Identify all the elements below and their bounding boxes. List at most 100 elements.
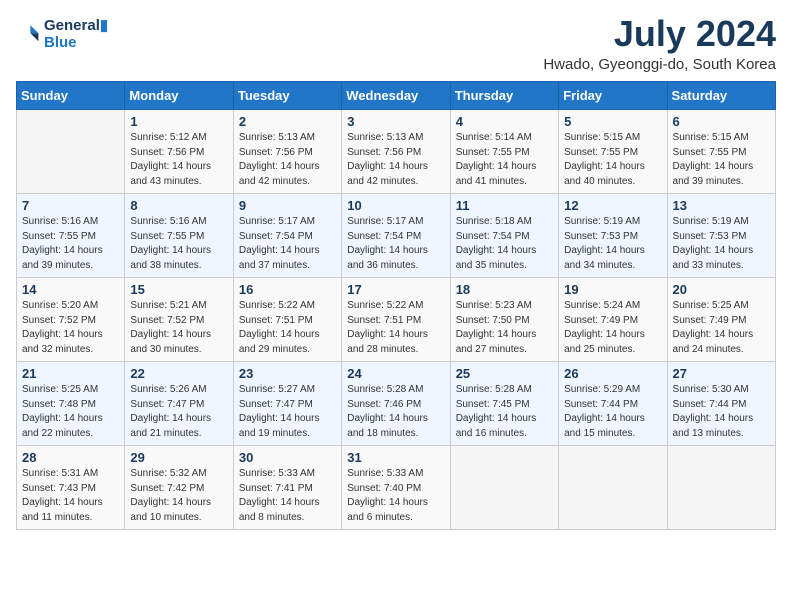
day-number: 24 xyxy=(347,366,444,381)
day-info: Sunrise: 5:18 AM Sunset: 7:54 PM Dayligh… xyxy=(456,215,553,273)
day-number: 31 xyxy=(347,450,444,465)
calendar-cell: 10Sunrise: 5:17 AM Sunset: 7:54 PM Dayli… xyxy=(342,194,450,278)
day-info: Sunrise: 5:27 AM Sunset: 7:47 PM Dayligh… xyxy=(239,383,336,441)
day-number: 15 xyxy=(130,282,227,297)
calendar-cell: 16 Sunrise: 5:22 AM Sunset: 7:51 PM Dayli… xyxy=(233,278,341,362)
calendar-cell xyxy=(17,110,125,194)
calendar-cell: 20Sunrise: 5:25 AM Sunset: 7:49 PM Dayli… xyxy=(667,278,775,362)
day-number: 8 xyxy=(130,198,227,213)
calendar-cell: 1 Sunrise: 5:12 AM Sunset: 7:56 PM Daylig… xyxy=(125,110,233,194)
day-number: 21 xyxy=(22,366,119,381)
day-number: 6 xyxy=(673,114,770,129)
weekday-header-saturday: Saturday xyxy=(667,82,775,110)
week-row-3: 14Sunrise: 5:20 AM Sunset: 7:52 PM Dayli… xyxy=(17,278,776,362)
day-number: 1 xyxy=(130,114,227,129)
day-number: 28 xyxy=(22,450,119,465)
calendar-cell xyxy=(450,446,558,530)
week-row-1: 1 Sunrise: 5:12 AM Sunset: 7:56 PM Daylig… xyxy=(17,110,776,194)
day-number: 23 xyxy=(239,366,336,381)
week-row-5: 28 Sunrise: 5:31 AM Sunset: 7:43 PM Dayli… xyxy=(17,446,776,530)
logo-icon xyxy=(16,22,40,46)
calendar-cell: 27Sunrise: 5:30 AM Sunset: 7:44 PM Dayli… xyxy=(667,362,775,446)
calendar-cell: 21 Sunrise: 5:25 AM Sunset: 7:48 PM Dayli… xyxy=(17,362,125,446)
calendar-cell: 22 Sunrise: 5:26 AM Sunset: 7:47 PM Dayli… xyxy=(125,362,233,446)
day-number: 18 xyxy=(456,282,553,297)
day-info: Sunrise: 5:25 AM Sunset: 7:48 PM Dayligh… xyxy=(22,383,119,441)
day-info: Sunrise: 5:14 AM Sunset: 7:55 PM Dayligh… xyxy=(456,131,553,189)
day-number: 27 xyxy=(673,366,770,381)
day-number: 13 xyxy=(673,198,770,213)
calendar-cell xyxy=(667,446,775,530)
calendar-cell: 23 Sunrise: 5:27 AM Sunset: 7:47 PM Dayli… xyxy=(233,362,341,446)
day-info: Sunrise: 5:16 AM Sunset: 7:55 PM Dayligh… xyxy=(130,215,227,273)
day-info: Sunrise: 5:15 AM Sunset: 7:55 PM Dayligh… xyxy=(673,131,770,189)
day-info: Sunrise: 5:24 AM Sunset: 7:49 PM Dayligh… xyxy=(564,299,661,357)
calendar-cell: 31Sunrise: 5:33 AM Sunset: 7:40 PM Dayli… xyxy=(342,446,450,530)
calendar-cell: 15 Sunrise: 5:21 AM Sunset: 7:52 PM Dayli… xyxy=(125,278,233,362)
weekday-header-friday: Friday xyxy=(559,82,667,110)
calendar-cell: 14Sunrise: 5:20 AM Sunset: 7:52 PM Dayli… xyxy=(17,278,125,362)
weekday-header-monday: Monday xyxy=(125,82,233,110)
day-number: 5 xyxy=(564,114,661,129)
calendar-cell: 26 Sunrise: 5:29 AM Sunset: 7:44 PM Dayli… xyxy=(559,362,667,446)
week-row-2: 7 Sunrise: 5:16 AM Sunset: 7:55 PM Daylig… xyxy=(17,194,776,278)
weekday-header-sunday: Sunday xyxy=(17,82,125,110)
logo-text: General▮ Blue xyxy=(44,16,108,51)
calendar-cell: 6 Sunrise: 5:15 AM Sunset: 7:55 PM Daylig… xyxy=(667,110,775,194)
calendar-cell: 5 Sunrise: 5:15 AM Sunset: 7:55 PM Daylig… xyxy=(559,110,667,194)
day-number: 16 xyxy=(239,282,336,297)
day-info: Sunrise: 5:16 AM Sunset: 7:55 PM Dayligh… xyxy=(22,215,119,273)
day-number: 14 xyxy=(22,282,119,297)
page-header: General▮ Blue July 2024 Hwado, Gyeonggi-… xyxy=(16,16,776,73)
day-info: Sunrise: 5:29 AM Sunset: 7:44 PM Dayligh… xyxy=(564,383,661,441)
day-info: Sunrise: 5:19 AM Sunset: 7:53 PM Dayligh… xyxy=(673,215,770,273)
day-number: 19 xyxy=(564,282,661,297)
calendar-cell: 12 Sunrise: 5:19 AM Sunset: 7:53 PM Dayli… xyxy=(559,194,667,278)
day-info: Sunrise: 5:26 AM Sunset: 7:47 PM Dayligh… xyxy=(130,383,227,441)
day-number: 25 xyxy=(456,366,553,381)
weekday-header-wednesday: Wednesday xyxy=(342,82,450,110)
calendar-cell: 18 Sunrise: 5:23 AM Sunset: 7:50 PM Dayli… xyxy=(450,278,558,362)
day-info: Sunrise: 5:33 AM Sunset: 7:41 PM Dayligh… xyxy=(239,467,336,525)
weekday-header-thursday: Thursday xyxy=(450,82,558,110)
month-title: July 2024 xyxy=(543,16,776,52)
calendar-cell: 8 Sunrise: 5:16 AM Sunset: 7:55 PM Daylig… xyxy=(125,194,233,278)
day-info: Sunrise: 5:23 AM Sunset: 7:50 PM Dayligh… xyxy=(456,299,553,357)
day-info: Sunrise: 5:32 AM Sunset: 7:42 PM Dayligh… xyxy=(130,467,227,525)
calendar: SundayMondayTuesdayWednesdayThursdayFrid… xyxy=(16,81,776,530)
day-info: Sunrise: 5:17 AM Sunset: 7:54 PM Dayligh… xyxy=(347,215,444,273)
day-info: Sunrise: 5:19 AM Sunset: 7:53 PM Dayligh… xyxy=(564,215,661,273)
day-info: Sunrise: 5:13 AM Sunset: 7:56 PM Dayligh… xyxy=(347,131,444,189)
day-info: Sunrise: 5:31 AM Sunset: 7:43 PM Dayligh… xyxy=(22,467,119,525)
calendar-cell: 7 Sunrise: 5:16 AM Sunset: 7:55 PM Daylig… xyxy=(17,194,125,278)
day-number: 22 xyxy=(130,366,227,381)
day-number: 30 xyxy=(239,450,336,465)
calendar-cell: 11 Sunrise: 5:18 AM Sunset: 7:54 PM Dayli… xyxy=(450,194,558,278)
day-info: Sunrise: 5:28 AM Sunset: 7:46 PM Dayligh… xyxy=(347,383,444,441)
day-number: 17 xyxy=(347,282,444,297)
calendar-cell: 25Sunrise: 5:28 AM Sunset: 7:45 PM Dayli… xyxy=(450,362,558,446)
day-number: 9 xyxy=(239,198,336,213)
day-info: Sunrise: 5:22 AM Sunset: 7:51 PM Dayligh… xyxy=(239,299,336,357)
day-info: Sunrise: 5:15 AM Sunset: 7:55 PM Dayligh… xyxy=(564,131,661,189)
location: Hwado, Gyeonggi-do, South Korea xyxy=(543,56,776,73)
calendar-cell: 17 Sunrise: 5:22 AM Sunset: 7:51 PM Dayli… xyxy=(342,278,450,362)
day-number: 7 xyxy=(22,198,119,213)
calendar-cell: 19 Sunrise: 5:24 AM Sunset: 7:49 PM Dayli… xyxy=(559,278,667,362)
calendar-cell: 3Sunrise: 5:13 AM Sunset: 7:56 PM Daylig… xyxy=(342,110,450,194)
weekday-header-row: SundayMondayTuesdayWednesdayThursdayFrid… xyxy=(17,82,776,110)
day-number: 12 xyxy=(564,198,661,213)
calendar-cell: 2Sunrise: 5:13 AM Sunset: 7:56 PM Daylig… xyxy=(233,110,341,194)
day-number: 11 xyxy=(456,198,553,213)
calendar-cell: 29Sunrise: 5:32 AM Sunset: 7:42 PM Dayli… xyxy=(125,446,233,530)
calendar-cell: 4Sunrise: 5:14 AM Sunset: 7:55 PM Daylig… xyxy=(450,110,558,194)
calendar-cell: 13 Sunrise: 5:19 AM Sunset: 7:53 PM Dayli… xyxy=(667,194,775,278)
day-info: Sunrise: 5:12 AM Sunset: 7:56 PM Dayligh… xyxy=(130,131,227,189)
day-info: Sunrise: 5:22 AM Sunset: 7:51 PM Dayligh… xyxy=(347,299,444,357)
day-info: Sunrise: 5:21 AM Sunset: 7:52 PM Dayligh… xyxy=(130,299,227,357)
title-block: July 2024 Hwado, Gyeonggi-do, South Kore… xyxy=(543,16,776,73)
calendar-cell: 28 Sunrise: 5:31 AM Sunset: 7:43 PM Dayli… xyxy=(17,446,125,530)
calendar-cell: 24 Sunrise: 5:28 AM Sunset: 7:46 PM Dayli… xyxy=(342,362,450,446)
day-number: 26 xyxy=(564,366,661,381)
calendar-cell: 30 Sunrise: 5:33 AM Sunset: 7:41 PM Dayli… xyxy=(233,446,341,530)
